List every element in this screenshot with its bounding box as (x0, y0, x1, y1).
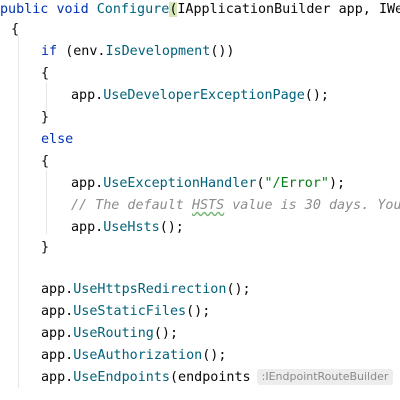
string-literal: "/Error" (264, 176, 330, 191)
code-line[interactable]: app.UseAuthorization(); (41, 346, 226, 366)
code-text: app. (41, 370, 74, 385)
code-line[interactable]: } (41, 238, 49, 258)
comment: value is 30 days. You may (232, 198, 400, 213)
code-text: (); (226, 282, 251, 297)
method-name: UseHttpsRedirection (73, 282, 227, 297)
code-line[interactable]: app.UseExceptionHandler("/Error"); (71, 174, 345, 194)
comment: // The default (71, 198, 192, 213)
code-text: app. (71, 88, 104, 103)
code-text: (env. (65, 44, 106, 59)
code-line[interactable]: app.UseRouting(); (41, 324, 178, 344)
method-name: UseStaticFiles (73, 304, 187, 319)
indent-guide (18, 36, 19, 388)
keyword: public (0, 2, 49, 17)
type-name: IWebHo (378, 2, 400, 17)
method-name: UseRouting (73, 326, 154, 341)
code-editor[interactable]: public void Configure ( IApplicationBuilde… (0, 0, 400, 400)
brace: { (41, 66, 50, 81)
code-line[interactable]: public void Configure(IApplicationBuilde… (0, 0, 400, 20)
brace: } (41, 110, 50, 125)
method-name: Configure (96, 2, 170, 17)
code-line[interactable]: app.UseEndpoints(endpoints :IEndpointRout… (41, 368, 400, 388)
method-name: UseDeveloperExceptionPage (103, 88, 305, 103)
code-text: (endpoints (170, 370, 251, 385)
typo-highlight: HSTS (191, 198, 225, 213)
parameter-type-hint: :IEndpointRouteBuilder (256, 369, 394, 385)
indent-guide (46, 170, 47, 234)
code-line[interactable]: app.UseHttpsRedirection(); (41, 280, 251, 300)
brace: { (11, 22, 20, 37)
method-name: UseHsts (103, 220, 160, 235)
code-text: (); (304, 88, 329, 103)
type-name: IApplicationBuilder (177, 2, 331, 17)
code-line[interactable]: } (41, 108, 49, 128)
code-line[interactable]: app.UseDeveloperExceptionPage(); (71, 86, 329, 106)
code-line[interactable]: app.UseStaticFiles(); (41, 302, 210, 322)
brace: } (41, 240, 50, 255)
keyword: else (41, 132, 74, 147)
code-text: (); (186, 304, 211, 319)
method-name: UseExceptionHandler (103, 176, 257, 191)
code-line[interactable]: { (11, 20, 19, 40)
method-name: UseEndpoints (73, 370, 170, 385)
brace: { (41, 154, 50, 169)
code-text: app. (41, 282, 74, 297)
code-text: app. (71, 176, 104, 191)
code-line[interactable]: // The default HSTS value is 30 days. Yo… (71, 196, 400, 216)
code-text: ); (329, 176, 346, 191)
code-text: ()) (210, 44, 235, 59)
keyword: void (56, 2, 89, 17)
code-text: app. (41, 348, 74, 363)
code-text: app. (41, 304, 74, 319)
code-text: app. (71, 220, 104, 235)
method-name: UseAuthorization (73, 348, 203, 363)
code-text: (); (153, 326, 179, 341)
method-name: IsDevelopment (105, 44, 211, 59)
code-line[interactable]: { (41, 64, 49, 84)
keyword: if (41, 44, 58, 59)
code-line[interactable]: else (41, 130, 73, 150)
code-text: (); (202, 348, 227, 363)
code-text: app. (41, 326, 74, 341)
code-line[interactable]: if (env.IsDevelopment()) (41, 42, 235, 62)
code-text: ( (256, 176, 265, 191)
parameter: app, (338, 2, 371, 17)
code-line[interactable]: { (41, 152, 49, 172)
code-line[interactable]: app.UseHsts(); (71, 218, 184, 238)
code-text: (); (159, 220, 184, 235)
